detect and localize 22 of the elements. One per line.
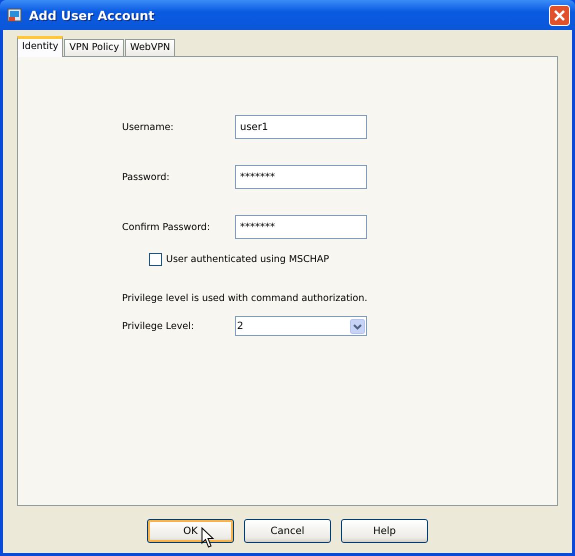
field-label: Password: <box>122 172 171 182</box>
privilege-dropdown[interactable]: 2 <box>235 316 367 336</box>
field-label: Privilege Level: <box>122 320 196 332</box>
dialog-button[interactable]: Help <box>341 519 428 543</box>
privilege-note: Privilege level is used with command authorization. <box>122 293 368 304</box>
tab[interactable]: WebVPN <box>125 39 176 56</box>
tab[interactable]: Identity <box>17 36 64 57</box>
window-title: Add User Account <box>29 8 156 22</box>
app-icon <box>7 7 23 23</box>
input-field[interactable]: user1 <box>235 115 367 139</box>
field-label: Username: <box>122 122 175 132</box>
field-label: Confirm Password: <box>122 222 212 232</box>
caret-icon[interactable] <box>350 318 365 334</box>
dialog-button[interactable]: Cancel <box>244 519 331 543</box>
checkbox-label: User authenticated using MSCHAP <box>166 254 330 264</box>
tab[interactable]: VPN Policy <box>64 39 124 56</box>
input-field[interactable]: ******* <box>235 165 367 189</box>
dialog-button[interactable]: OK <box>147 519 234 543</box>
cursor-icon <box>201 527 215 549</box>
input-field[interactable]: ******* <box>235 215 367 239</box>
close-icon[interactable] <box>549 4 570 26</box>
checkbox[interactable] <box>149 252 162 266</box>
